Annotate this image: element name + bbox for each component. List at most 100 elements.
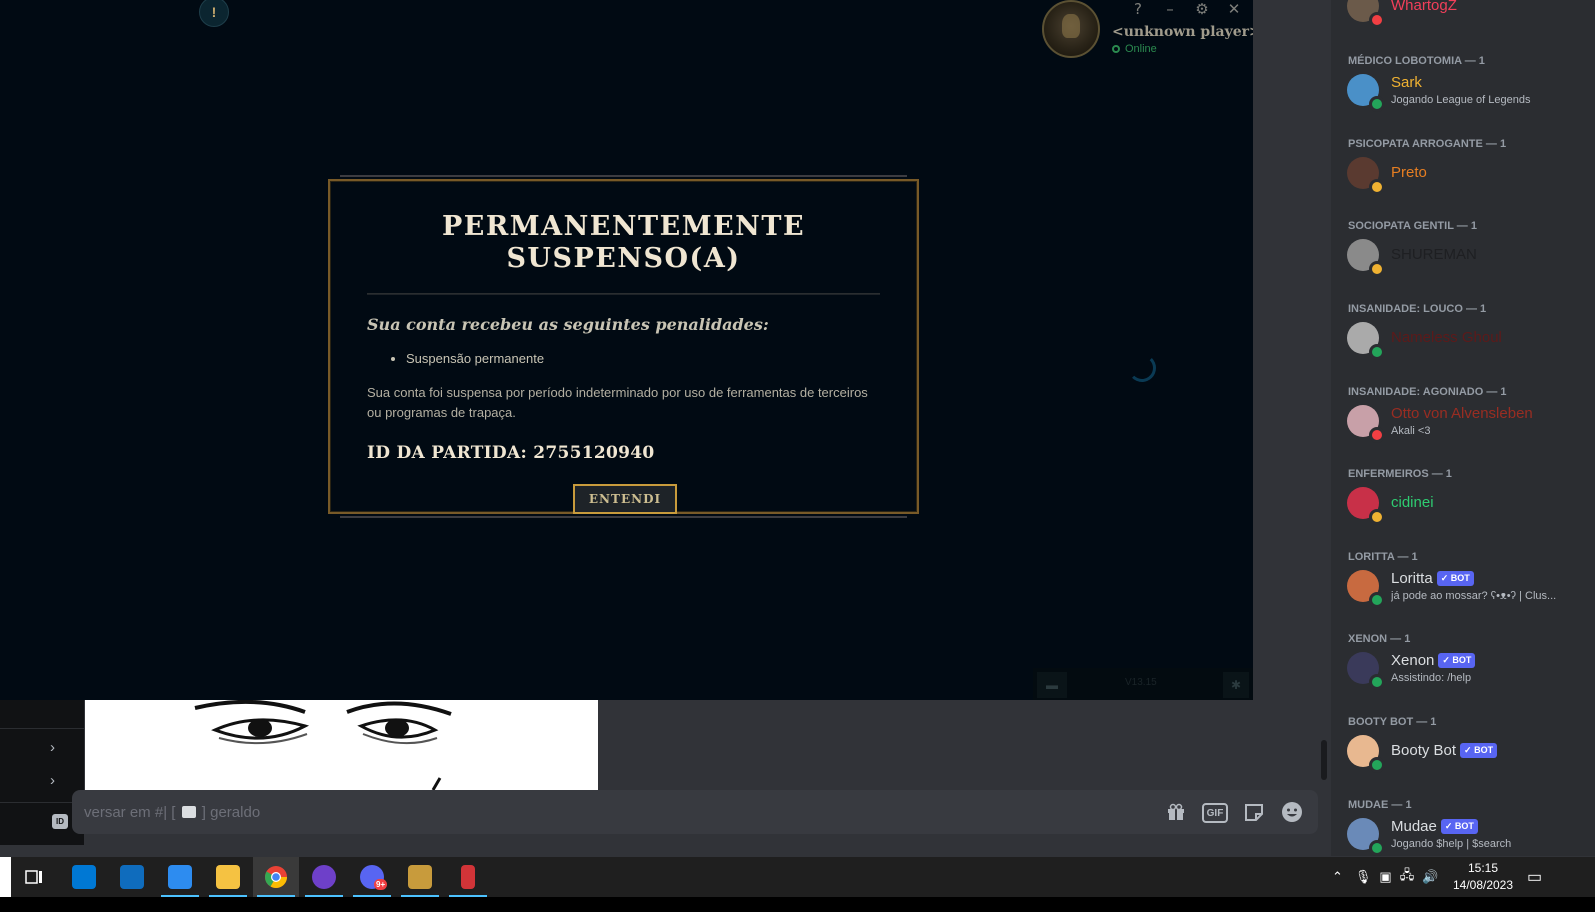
role-header: SOCIOPATA GENTIL — 1 bbox=[1348, 220, 1477, 232]
copy-id-icon[interactable]: ID bbox=[52, 814, 68, 829]
status-icon bbox=[1369, 427, 1385, 443]
help-icon[interactable]: ? bbox=[1131, 0, 1145, 18]
screen-bottom-edge bbox=[0, 897, 1595, 912]
dialog-title-line2: SUSPENSO(A) bbox=[506, 243, 741, 274]
role-header: ENFERMEIROS — 1 bbox=[1348, 468, 1452, 480]
mail-icon[interactable] bbox=[109, 857, 155, 897]
placeholder-channel: geraldo bbox=[210, 804, 261, 821]
member-name: Booty Bot ✓ BOT bbox=[1391, 742, 1498, 759]
bot-badge: ✓ BOT bbox=[1438, 653, 1476, 668]
microphone-icon[interactable]: 🎙 bbox=[1355, 869, 1372, 885]
close-icon[interactable]: ✕ bbox=[1227, 0, 1241, 18]
message-input[interactable]: versar em #| [ ] geraldo GIF bbox=[72, 790, 1318, 834]
clock-time: 15:15 bbox=[1467, 861, 1499, 875]
member-name: Nameless Ghoul bbox=[1391, 329, 1502, 346]
message-placeholder: versar em #| [ ] geraldo bbox=[84, 804, 260, 821]
profile-avatar bbox=[1042, 0, 1100, 58]
member-name-text: Mudae bbox=[1391, 818, 1437, 835]
member-list: WhartogZ MÉDICO LOBOTOMIA — 1 Sark Jogan… bbox=[1331, 0, 1595, 856]
chevron-right-icon[interactable]: › bbox=[50, 772, 55, 789]
dialog-title: PERMANENTEMENTE SUSPENSO(A) bbox=[330, 211, 917, 275]
start-button[interactable] bbox=[0, 857, 11, 897]
status-icon bbox=[1369, 674, 1385, 690]
member-name-text: Loritta bbox=[1391, 570, 1433, 587]
role-header: INSANIDADE: AGONIADO — 1 bbox=[1348, 386, 1507, 398]
settings-icon[interactable]: ⚙ bbox=[1195, 0, 1209, 18]
bot-badge: ✓ BOT bbox=[1460, 743, 1498, 758]
file-explorer-icon[interactable] bbox=[205, 857, 251, 897]
notification-badge: 9+ bbox=[374, 879, 388, 890]
bot-badge: ✓ BOT bbox=[1440, 819, 1478, 834]
divider bbox=[0, 728, 84, 729]
alert-icon[interactable]: ! bbox=[199, 0, 229, 27]
notifications-icon[interactable]: ▭ bbox=[1527, 857, 1542, 897]
member-activity: Akali <3 bbox=[1391, 425, 1431, 437]
volume-icon[interactable]: 🔊 bbox=[1422, 869, 1438, 885]
minimize-icon[interactable]: – bbox=[1163, 0, 1177, 18]
display-icon[interactable]: ▣ bbox=[1379, 869, 1391, 885]
tool-icon[interactable] bbox=[445, 857, 491, 897]
role-header: BOOTY BOT — 1 bbox=[1348, 716, 1437, 728]
member-item[interactable]: Sark Jogando League of Legends bbox=[1347, 74, 1587, 112]
role-header: MUDAE — 1 bbox=[1348, 799, 1412, 811]
sticker-icon[interactable] bbox=[1242, 800, 1266, 824]
member-activity: Jogando $help | $search bbox=[1391, 838, 1512, 850]
attached-image[interactable] bbox=[85, 700, 598, 790]
member-item[interactable]: WhartogZ bbox=[1347, 0, 1587, 28]
member-item[interactable]: Nameless Ghoul bbox=[1347, 322, 1587, 360]
member-name: Loritta ✓ BOT bbox=[1391, 570, 1474, 587]
chevron-right-icon[interactable]: › bbox=[50, 739, 55, 756]
github-desktop-icon[interactable] bbox=[301, 857, 347, 897]
member-item[interactable]: Booty Bot ✓ BOT bbox=[1347, 735, 1587, 773]
member-name: cidinei bbox=[1391, 494, 1434, 511]
loading-spinner bbox=[1128, 354, 1156, 382]
member-item[interactable]: Mudae ✓ BOT Jogando $help | $search bbox=[1347, 818, 1587, 856]
status-icon bbox=[1369, 179, 1385, 195]
store-icon[interactable] bbox=[61, 857, 107, 897]
member-item[interactable]: Xenon ✓ BOT Assistindo: /help bbox=[1347, 652, 1587, 690]
role-header: MÉDICO LOBOTOMIA — 1 bbox=[1348, 55, 1485, 67]
bug-report-icon[interactable]: ✱ bbox=[1223, 672, 1249, 698]
member-item[interactable]: Preto bbox=[1347, 157, 1587, 195]
status-icon bbox=[1369, 509, 1385, 525]
chat-bubble-icon bbox=[181, 806, 196, 818]
member-name: Otto von Alvensleben bbox=[1391, 405, 1533, 422]
task-view-icon[interactable] bbox=[11, 857, 57, 897]
gif-icon[interactable]: GIF bbox=[1202, 803, 1228, 823]
emoji-icon[interactable] bbox=[1280, 800, 1304, 824]
member-name: SHUREMAN bbox=[1391, 246, 1477, 263]
member-item[interactable]: Otto von Alvensleben Akali <3 bbox=[1347, 405, 1587, 443]
member-item[interactable]: cidinei bbox=[1347, 487, 1587, 525]
role-header: INSANIDADE: LOUCO — 1 bbox=[1348, 303, 1487, 315]
league-icon[interactable] bbox=[397, 857, 443, 897]
chevron-up-icon[interactable]: ⌃ bbox=[1332, 869, 1343, 885]
status-icon bbox=[1369, 592, 1385, 608]
chrome-icon[interactable] bbox=[253, 857, 299, 897]
status-icon bbox=[1369, 344, 1385, 360]
penalty-item: Suspensão permanente bbox=[406, 351, 544, 366]
network-icon[interactable]: 🖧 bbox=[1400, 866, 1415, 888]
discord-icon[interactable]: 9+ bbox=[349, 857, 395, 897]
member-item[interactable]: SHUREMAN bbox=[1347, 239, 1587, 277]
status-icon bbox=[1369, 12, 1385, 28]
gift-icon[interactable] bbox=[1164, 800, 1188, 824]
match-id: ID DA PARTIDA: 2755120940 bbox=[367, 443, 655, 463]
divider bbox=[367, 293, 880, 295]
role-header: PSICOPATA ARROGANTE — 1 bbox=[1348, 138, 1507, 150]
vscode-icon[interactable] bbox=[157, 857, 203, 897]
member-activity: Assistindo: /help bbox=[1391, 672, 1472, 684]
member-name: Preto bbox=[1391, 164, 1427, 181]
member-item[interactable]: Loritta ✓ BOT já pode ao mossar? ʕ•ᴥ•ʔ | … bbox=[1347, 570, 1587, 608]
client-bottom-bar: ▬ V13.15 ✱ bbox=[1033, 668, 1253, 700]
confirm-button[interactable]: ENTENDI bbox=[573, 484, 677, 514]
player-status: Online bbox=[1112, 43, 1157, 55]
clock[interactable]: 15:15 14/08/2023 bbox=[1448, 860, 1518, 894]
member-name: Sark bbox=[1391, 74, 1422, 91]
suspension-dialog: PERMANENTEMENTE SUSPENSO(A) Sua conta re… bbox=[328, 175, 919, 518]
dialog-subtitle: Sua conta recebeu as seguintes penalidad… bbox=[367, 315, 769, 334]
system-tray: ⌃ 🎙 ▣ 🖧 🔊 bbox=[1332, 857, 1438, 897]
input-actions: GIF bbox=[1164, 800, 1304, 824]
chat-icon[interactable]: ▬ bbox=[1037, 672, 1067, 698]
member-name-text: Booty Bot bbox=[1391, 742, 1457, 759]
scrollbar[interactable] bbox=[1321, 740, 1327, 780]
